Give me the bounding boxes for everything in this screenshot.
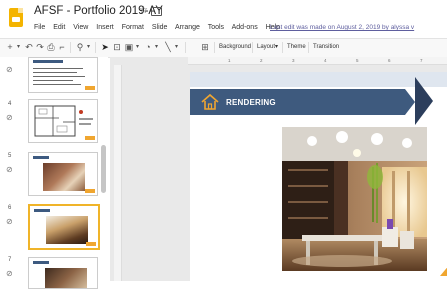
ruler-mark: 4 (324, 58, 327, 63)
thumb-accent (85, 86, 95, 90)
menu-bar: File Edit View Insert Format Slide Arran… (34, 24, 286, 36)
background-button[interactable]: Background (219, 41, 251, 54)
house-icon (201, 93, 219, 110)
toolbar-divider (282, 42, 283, 53)
toolbar-divider (185, 42, 186, 53)
menu-edit[interactable]: Edit (53, 24, 65, 31)
menu-format[interactable]: Format (122, 24, 144, 31)
image-icon[interactable]: ▣ (124, 41, 134, 54)
thumb-photo (45, 268, 87, 288)
shape-icon[interactable]: ◔ (143, 41, 153, 54)
transition-button[interactable]: Transition (313, 41, 339, 54)
title-banner-tip (405, 89, 415, 115)
slide-thumbnail[interactable] (28, 57, 98, 93)
toolbar-divider (252, 42, 253, 53)
thumb-accent (86, 242, 96, 246)
slide-thumbnail[interactable] (28, 257, 98, 289)
ruler-mark: 7 (420, 58, 423, 63)
thumb-text-line (33, 76, 85, 77)
ruler-mark: 5 (356, 58, 359, 63)
thumb-text-line (33, 80, 73, 81)
menu-arrange[interactable]: Arrange (175, 24, 200, 31)
rendering-photo[interactable] (282, 127, 427, 271)
slide-thumbnail[interactable] (28, 99, 98, 143)
ruler-mark: 2 (260, 58, 263, 63)
text-box-icon[interactable]: ⊡ (112, 41, 122, 54)
ruler-mark: 1 (228, 58, 231, 63)
title-bar: AFSF - Portfolio 2019-AY ☆ File Edit Vie… (0, 0, 447, 38)
menu-view[interactable]: View (73, 24, 88, 31)
line-icon[interactable]: ╲ (163, 41, 173, 54)
thumb-photo (43, 163, 85, 191)
slide-number: 5 (8, 153, 12, 159)
comment-icon[interactable]: ⊞ (200, 41, 210, 54)
thumb-title-band (33, 156, 49, 159)
menu-insert[interactable]: Insert (96, 24, 114, 31)
paint-format-icon[interactable]: ⌐ (57, 41, 67, 54)
title-banner[interactable] (190, 89, 405, 115)
link-icon: ⊘ (6, 269, 13, 278)
slide-canvas[interactable]: RENDERING (190, 72, 447, 281)
menu-file[interactable]: File (34, 24, 45, 31)
menu-slide[interactable]: Slide (152, 24, 168, 31)
zoom-dropdown-icon[interactable]: ▾ (85, 41, 92, 54)
vertical-ruler (114, 65, 122, 281)
rendering-image (282, 127, 427, 271)
print-icon[interactable]: ⎙ (46, 41, 56, 54)
undo-icon[interactable]: ↶ (24, 41, 34, 54)
zoom-icon[interactable]: ⚲ (75, 41, 85, 54)
star-icon[interactable]: ☆ (139, 5, 148, 16)
toolbar-divider (308, 42, 309, 53)
toolbar: + ▾ ↶ ↷ ⎙ ⌐ ⚲ ▾ ➤ ⊡ ▣ ▾ ◔ ▾ ╲ ▾ ⊞ Backgr… (0, 38, 447, 58)
last-edit-link[interactable]: Last edit was made on August 2, 2019 by … (270, 24, 414, 31)
link-icon: ⊘ (6, 113, 13, 122)
toolbar-divider (70, 42, 71, 53)
folder-icon[interactable] (151, 7, 162, 16)
theme-button[interactable]: Theme (287, 41, 306, 54)
link-icon: ⊘ (6, 217, 13, 226)
decorative-chevron (415, 77, 433, 125)
thumb-title-band (33, 60, 63, 63)
slide-number: 4 (8, 101, 12, 107)
select-cursor-icon[interactable]: ➤ (100, 41, 110, 54)
thumb-text-line (33, 72, 77, 73)
ruler-mark: 6 (388, 58, 391, 63)
floor-plan-image (34, 105, 95, 140)
slide-number: 7 (8, 257, 12, 263)
slide-title[interactable]: RENDERING (226, 98, 276, 107)
ruler-mark: 3 (292, 58, 295, 63)
shape-dropdown-icon[interactable]: ▾ (153, 41, 160, 54)
slide-filmstrip: ⊘ 4 ⊘ 5 ⊘ 6 ⊘ 7 ⊘ (0, 57, 108, 289)
line-dropdown-icon[interactable]: ▾ (173, 41, 180, 54)
menu-tools[interactable]: Tools (208, 24, 224, 31)
toolbar-divider (214, 42, 215, 53)
slide-thumbnail-selected[interactable] (28, 204, 100, 250)
thumb-title-band (33, 261, 49, 264)
filmstrip-scrollbar[interactable] (101, 145, 106, 193)
slide-header-band (190, 72, 447, 87)
thumb-photo (46, 216, 88, 244)
redo-icon[interactable]: ↷ (35, 41, 45, 54)
slide-thumbnail[interactable] (28, 152, 98, 196)
layout-button[interactable]: Layout▾ (257, 41, 278, 54)
thumb-text-line (33, 68, 83, 69)
thumb-accent (85, 189, 95, 193)
new-slide-dropdown-icon[interactable]: ▾ (15, 41, 22, 54)
decorative-accent (440, 264, 447, 276)
thumb-title-band (34, 209, 50, 212)
link-icon: ⊘ (6, 165, 13, 174)
menu-addons[interactable]: Add-ons (232, 24, 258, 31)
link-icon: ⊘ (6, 65, 13, 74)
horizontal-ruler: 1 2 3 4 5 6 7 (188, 57, 447, 65)
slides-logo-icon[interactable] (9, 8, 23, 27)
slide-number: 6 (8, 205, 12, 211)
new-slide-button[interactable]: + (5, 41, 15, 54)
toolbar-divider (95, 42, 96, 53)
image-dropdown-icon[interactable]: ▾ (134, 41, 141, 54)
thumb-text-line (33, 84, 81, 85)
